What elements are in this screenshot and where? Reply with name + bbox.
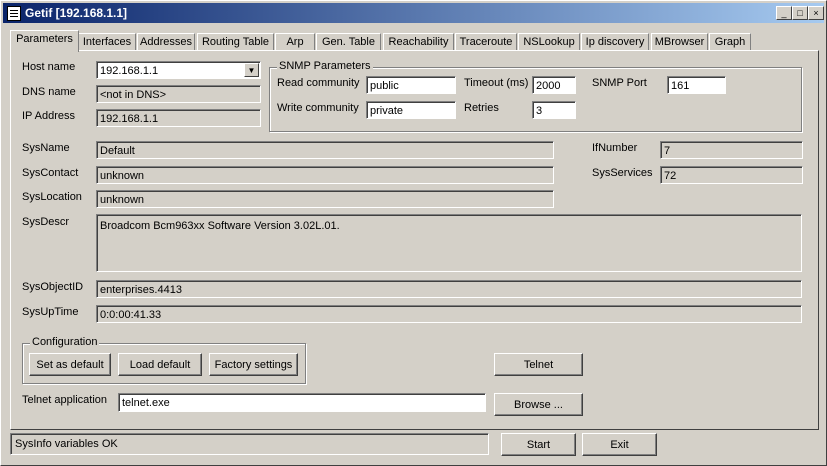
load-default-button[interactable]: Load default	[118, 353, 202, 376]
exit-button[interactable]: Exit	[582, 433, 657, 456]
dns-name-field: <not in DNS>	[96, 85, 261, 103]
dns-name-label: DNS name	[22, 86, 76, 98]
tab-traceroute[interactable]: Traceroute	[455, 33, 517, 51]
write-community-input[interactable]: private	[366, 101, 456, 119]
syslocation-field: unknown	[96, 190, 554, 208]
sysobjectid-field: enterprises.4413	[96, 280, 802, 298]
sysuptime-label: SysUpTime	[22, 306, 79, 318]
tab-addresses[interactable]: Addresses	[137, 33, 195, 51]
sysservices-field: 72	[660, 166, 803, 184]
ip-address-field: 192.168.1.1	[96, 109, 261, 127]
tab-arp[interactable]: Arp	[275, 33, 315, 51]
close-button[interactable]: ×	[808, 6, 824, 20]
title-bar: Getif [192.168.1.1] _ □ ×	[3, 3, 824, 23]
tab-mbrowser[interactable]: MBrowser	[651, 33, 708, 51]
sysuptime-field: 0:0:00:41.33	[96, 305, 802, 323]
app-icon	[7, 6, 21, 21]
start-button[interactable]: Start	[501, 433, 576, 456]
tab-interfaces[interactable]: Interfaces	[78, 33, 136, 51]
host-name-value: 192.168.1.1	[100, 65, 159, 77]
sysobjectid-label: SysObjectID	[22, 281, 84, 293]
timeout-label: Timeout (ms)	[464, 77, 529, 89]
telnet-application-label: Telnet application	[22, 394, 108, 406]
maximize-button[interactable]: □	[792, 6, 808, 20]
host-name-combo[interactable]: 192.168.1.1 ▼	[96, 61, 261, 79]
sysname-label: SysName	[22, 142, 70, 154]
factory-settings-button[interactable]: Factory settings	[209, 353, 298, 376]
ifnumber-field: 7	[660, 141, 803, 159]
tab-ip-discovery[interactable]: Ip discovery	[581, 33, 649, 51]
chevron-down-icon[interactable]: ▼	[244, 63, 259, 77]
sysservices-label: SysServices	[592, 167, 653, 179]
telnet-button[interactable]: Telnet	[494, 353, 583, 376]
read-community-label: Read community	[277, 77, 360, 89]
snmp-group-title: SNMP Parameters	[277, 60, 373, 72]
syscontact-label: SysContact	[22, 167, 79, 179]
retries-label: Retries	[464, 102, 499, 114]
getif-window: Getif [192.168.1.1] _ □ × Parameters Int…	[0, 0, 827, 466]
ifnumber-label: IfNumber	[592, 142, 638, 154]
snmp-port-label: SNMP Port	[592, 77, 647, 89]
timeout-input[interactable]: 2000	[532, 76, 576, 94]
host-name-label: Host name	[22, 61, 76, 73]
tab-routing-table[interactable]: Routing Table	[197, 33, 274, 51]
snmp-port-input[interactable]: 161	[667, 76, 726, 94]
syslocation-label: SysLocation	[22, 191, 82, 203]
status-bar: SysInfo variables OK	[10, 433, 489, 455]
sysdescr-label: SysDescr	[22, 216, 70, 228]
sysdescr-field: Broadcom Bcm963xx Software Version 3.02L…	[96, 214, 802, 272]
ip-address-label: IP Address	[22, 110, 75, 122]
syscontact-field: unknown	[96, 166, 554, 184]
tab-gen-table[interactable]: Gen. Table	[316, 33, 381, 51]
tab-nslookup[interactable]: NSLookup	[518, 33, 580, 51]
tab-reachability[interactable]: Reachability	[383, 33, 454, 51]
configuration-group-title: Configuration	[30, 336, 100, 348]
sysname-field: Default	[96, 141, 554, 159]
read-community-input[interactable]: public	[366, 76, 456, 94]
window-title: Getif [192.168.1.1]	[25, 6, 128, 20]
tab-parameters[interactable]: Parameters	[10, 30, 79, 52]
telnet-application-input[interactable]: telnet.exe	[118, 393, 486, 412]
tab-graph[interactable]: Graph	[709, 33, 751, 51]
browse-button[interactable]: Browse ...	[494, 393, 583, 416]
set-as-default-button[interactable]: Set as default	[29, 353, 111, 376]
write-community-label: Write community	[277, 102, 359, 114]
minimize-button[interactable]: _	[776, 6, 792, 20]
retries-input[interactable]: 3	[532, 101, 576, 119]
